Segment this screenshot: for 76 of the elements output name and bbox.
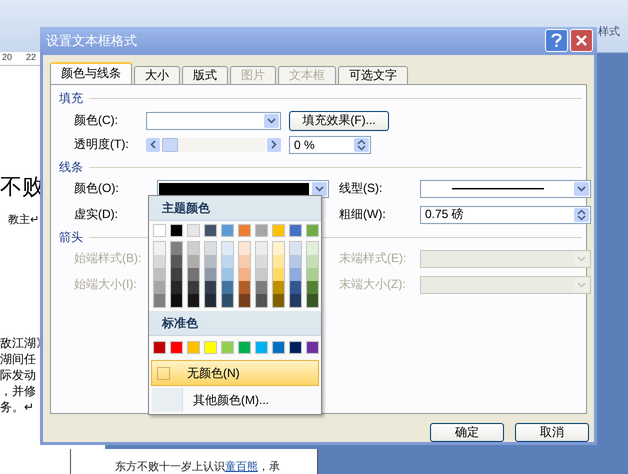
spin-arrows-icon[interactable]: [354, 138, 369, 152]
field-label: 粗细(W):: [339, 206, 387, 224]
shade-column[interactable]: [221, 241, 234, 308]
tab[interactable]: 版式: [182, 66, 228, 84]
document-text: ，并修: [0, 383, 37, 399]
field-label: 透明度(T):: [74, 136, 130, 154]
color-swatch[interactable]: [289, 341, 302, 354]
document-text: 际发动: [0, 367, 37, 383]
field-label: 末端大小(Z):: [339, 276, 407, 294]
shade-column[interactable]: [238, 241, 251, 308]
transparency-spinbox[interactable]: 0 %: [289, 136, 371, 154]
color-swatch[interactable]: [306, 224, 319, 237]
color-swatch[interactable]: [153, 224, 166, 237]
tab[interactable]: 可选文字: [338, 66, 408, 84]
document-text: 教主↵: [7, 212, 40, 227]
line-style-dropdown[interactable]: [420, 180, 591, 198]
spin-arrows-icon[interactable]: [574, 208, 589, 222]
field-label: 线型(S):: [339, 180, 384, 198]
dialog-button[interactable]: 确定: [430, 423, 504, 442]
shade-column[interactable]: [272, 241, 285, 308]
ribbon-label: 样式: [598, 25, 620, 39]
tab[interactable]: 大小: [134, 66, 180, 84]
window-title: 设置文本框格式: [46, 32, 138, 50]
section-title: 线条: [59, 159, 83, 176]
ruler-number: 20: [2, 52, 12, 64]
color-swatch[interactable]: [187, 341, 200, 354]
field-label: 颜色(O):: [74, 180, 120, 198]
question-mark-icon: [551, 33, 562, 48]
line-weight-spinbox[interactable]: 0.75 磅: [420, 206, 591, 224]
document-text: 东方不败十一岁上认识童百熊，承: [115, 460, 280, 474]
color-swatch[interactable]: [272, 341, 285, 354]
field-label: 末端样式(E):: [339, 250, 408, 268]
tab[interactable]: 颜色与线条: [50, 62, 132, 84]
color-swatch[interactable]: [204, 224, 217, 237]
menu-heading: 标准色: [149, 311, 321, 336]
document-text: 湖间任: [0, 351, 37, 367]
fill-effects-button[interactable]: 填充效果(F)...: [289, 110, 389, 131]
color-swatch[interactable]: [255, 341, 268, 354]
shade-column[interactable]: [306, 241, 319, 308]
shade-column[interactable]: [187, 241, 200, 308]
document-link[interactable]: 童百熊: [225, 461, 258, 473]
shade-column[interactable]: [289, 241, 302, 308]
color-swatch[interactable]: [238, 341, 251, 354]
shade-column[interactable]: [204, 241, 217, 308]
line-sample-icon: [452, 188, 544, 190]
color-swatch[interactable]: [221, 224, 234, 237]
fill-color-dropdown[interactable]: [146, 112, 281, 130]
color-swatch[interactable]: [187, 224, 200, 237]
color-swatch[interactable]: [272, 224, 285, 237]
help-button[interactable]: [545, 29, 568, 52]
color-swatch[interactable]: [255, 224, 268, 237]
color-swatch[interactable]: [204, 341, 217, 354]
field-label: 始端样式(B):: [74, 250, 142, 268]
color-swatch[interactable]: [221, 341, 234, 354]
color-swatch[interactable]: [170, 224, 183, 237]
no-color-item[interactable]: 无颜色(N): [151, 360, 319, 386]
field-label: 颜色(C):: [74, 112, 119, 130]
field-label: 虚实(D):: [74, 206, 119, 224]
more-colors-item[interactable]: 其他颜色(M)...: [151, 387, 319, 413]
slider-thumb[interactable]: [162, 138, 178, 152]
shade-column[interactable]: [170, 241, 183, 308]
section-title: 填充: [59, 90, 83, 108]
close-button[interactable]: [570, 29, 593, 52]
section-title: 箭头: [59, 229, 83, 246]
dialog-button[interactable]: 取消: [515, 423, 589, 442]
color-swatch[interactable]: [289, 224, 302, 237]
document-text: 务。↵: [0, 399, 35, 415]
shade-column[interactable]: [255, 241, 268, 308]
menu-heading: 主题颜色: [149, 196, 321, 221]
ruler-number: 22: [26, 52, 36, 64]
field-label: 始端大小(I):: [74, 276, 138, 294]
color-swatch[interactable]: [238, 224, 251, 237]
close-icon: [576, 35, 587, 46]
color-swatch[interactable]: [306, 341, 319, 354]
color-swatch[interactable]: [153, 341, 166, 354]
color-swatch[interactable]: [170, 341, 183, 354]
